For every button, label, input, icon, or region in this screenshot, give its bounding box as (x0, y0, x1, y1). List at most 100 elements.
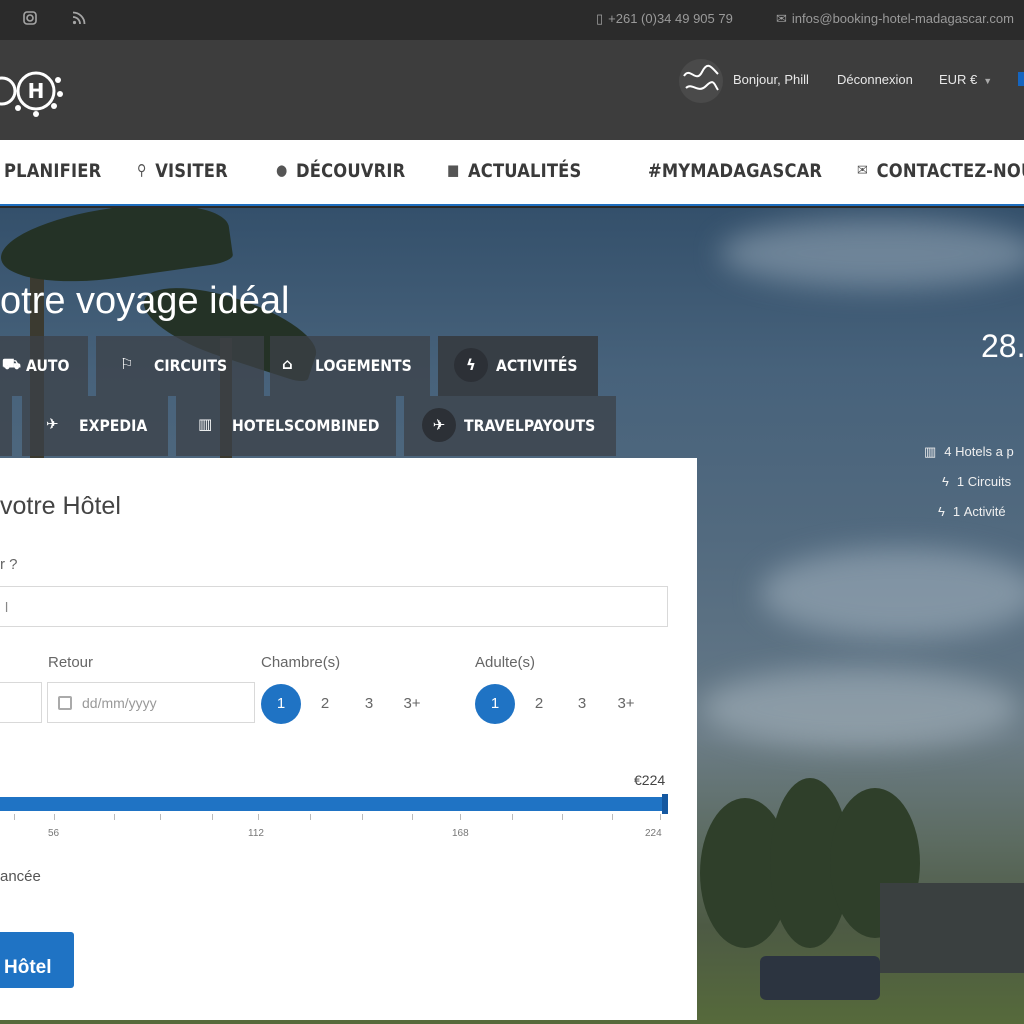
tab-logements[interactable]: ⌂ LOGEMENTS (270, 336, 430, 396)
stat-activities-text: 1 Activité (952, 504, 1006, 519)
nav-visiter[interactable]: ⚲ VISITER (137, 160, 228, 186)
departure-date-input[interactable] (0, 682, 42, 723)
building-decor (880, 883, 1024, 973)
globe-icon: ● (276, 161, 288, 179)
nav-label: PLANIFIER (4, 160, 102, 182)
slider-tick (160, 814, 161, 820)
tab-expedia[interactable]: ✈ EXPEDIA (22, 396, 168, 456)
map-pin-icon: ⚲ (137, 161, 147, 179)
phone-icon: ▯ (596, 11, 604, 26)
destination-input[interactable]: l (0, 586, 668, 627)
site-logo[interactable]: H (0, 62, 70, 120)
return-label: Retour (48, 654, 94, 671)
phone-number: +261 (0)34 49 905 79 (608, 11, 733, 26)
price-slider-handle[interactable] (662, 794, 668, 814)
tab-label: EXPEDIA (79, 416, 148, 435)
adults-option-3plus[interactable]: 3+ (606, 684, 646, 724)
nav-label: VISITER (155, 160, 228, 182)
adults-option-2[interactable]: 2 (519, 684, 559, 724)
tab-label: ACTIVITÉS (496, 356, 578, 375)
chevron-down-icon: ▼ (983, 76, 993, 86)
rooms-option-2[interactable]: 2 (305, 684, 345, 724)
adults-option-3[interactable]: 3 (562, 684, 602, 724)
slider-tick (114, 814, 115, 820)
slider-tick (562, 814, 563, 820)
slider-tick (362, 814, 363, 820)
instagram-icon[interactable] (22, 11, 38, 27)
slider-tick (54, 814, 55, 820)
bolt-icon: ϟ (454, 348, 488, 382)
nav-planifier[interactable]: PLANIFIER (4, 160, 101, 186)
logout-link[interactable]: Déconnexion (837, 72, 913, 87)
rss-icon[interactable] (71, 11, 87, 27)
rooms-label: Chambre(s) (261, 654, 341, 671)
hero-title: otre voyage idéal (0, 280, 290, 322)
building-icon: ▥ (924, 444, 937, 459)
rooms-option-3plus[interactable]: 3+ (392, 684, 432, 724)
slider-tick (660, 814, 661, 820)
plane-icon: ✈ (46, 415, 59, 433)
slider-tick-label: 224 (645, 828, 662, 839)
language-flag-icon[interactable] (1018, 72, 1024, 86)
svg-text:H: H (28, 79, 45, 103)
nav-label: ACTUALITÉS (467, 160, 582, 182)
bolt-icon: ϟ (942, 474, 949, 489)
slider-tick (258, 814, 259, 820)
user-signature-avatar[interactable] (678, 58, 724, 104)
envelope-icon: ✉ (776, 11, 787, 26)
destination-value: l (5, 599, 9, 615)
tab-hotelscombined[interactable]: ▥ HOTELSCOMBINED (176, 396, 396, 456)
tab-circuits[interactable]: ⚐ CIRCUITS (96, 336, 264, 396)
slider-tick (412, 814, 413, 820)
tab-label: CIRCUITS (154, 356, 228, 375)
bolt-icon: ϟ (938, 504, 945, 519)
email-address: infos@booking-hotel-madagascar.com (791, 11, 1014, 26)
envelope-icon: ✉ (857, 161, 868, 179)
nav-mymadagascar[interactable]: #MYMADAGASCAR (648, 160, 822, 186)
top-info-bar: ▯ +261 (0)34 49 905 79 ✉ infos@booking-hot… (0, 0, 1024, 40)
nav-label: #MYMADAGASCAR (648, 160, 823, 182)
adults-option-1[interactable]: 1 (475, 684, 515, 724)
slider-tick-label: 168 (452, 828, 469, 839)
flag-icon: ⚐ (120, 355, 134, 373)
slider-tick (612, 814, 613, 820)
car-icon: ⛟ (2, 355, 21, 373)
hotel-search-panel: votre Hôtel r ? l Retour dd/mm/yyyy Cham… (0, 458, 697, 1020)
slider-tick (512, 814, 513, 820)
nav-actualites[interactable]: ■ ACTUALITÉS (447, 160, 581, 186)
slider-tick-label: 112 (248, 828, 264, 839)
price-max-label: €224 (634, 772, 666, 788)
nav-decouvrir[interactable]: ● DÉCOUVRIR (276, 160, 405, 186)
search-hotel-button[interactable]: Hôtel (0, 932, 74, 988)
price-slider-track[interactable] (0, 797, 668, 811)
slider-tick (212, 814, 213, 820)
currency-value: EUR € (939, 72, 978, 87)
calendar-icon (58, 696, 72, 710)
rooms-option-1[interactable]: 1 (261, 684, 301, 724)
tab-label: HOTELSCOMBINED (232, 416, 380, 435)
main-navigation: PLANIFIER ⚲ VISITER ● DÉCOUVRIR ■ ACTUALITÉ… (0, 140, 1024, 206)
cloud-shape (700, 668, 1020, 748)
nav-label: DÉCOUVRIR (296, 160, 406, 182)
slider-tick (460, 814, 461, 820)
plane-icon: ✈ (422, 408, 456, 442)
tab-activites[interactable]: ϟ ACTIVITÉS (438, 336, 598, 396)
stat-circuits: ϟ 1 Circuits (942, 474, 1011, 489)
destination-label: r ? (0, 556, 18, 573)
greeting-text: Bonjour, Phill (733, 72, 809, 87)
return-placeholder: dd/mm/yyyy (82, 695, 157, 711)
cloud-shape (760, 548, 1024, 638)
nav-contact[interactable]: ✉ CONTACTEZ-NOU (857, 160, 1024, 186)
edit-icon: ■ (447, 161, 460, 179)
stat-hotels-text: 4 Hotels a p (944, 444, 1014, 459)
tab-travelpayouts[interactable]: ✈ TRAVELPAYOUTS (404, 396, 616, 456)
return-date-input[interactable]: dd/mm/yyyy (47, 682, 255, 723)
tab-auto[interactable]: ⛟ AUTO (0, 336, 88, 396)
nav-label: CONTACTEZ-NOU (876, 160, 1024, 182)
email-contact[interactable]: ✉ infos@booking-hotel-madagascar.com (776, 11, 1014, 27)
rooms-option-3[interactable]: 3 (349, 684, 389, 724)
phone-contact[interactable]: ▯ +261 (0)34 49 905 79 (596, 11, 733, 27)
currency-selector[interactable]: EUR € ▼ (939, 72, 992, 87)
tab-partial[interactable] (0, 396, 12, 456)
advanced-search-toggle[interactable]: ancée (0, 868, 41, 885)
